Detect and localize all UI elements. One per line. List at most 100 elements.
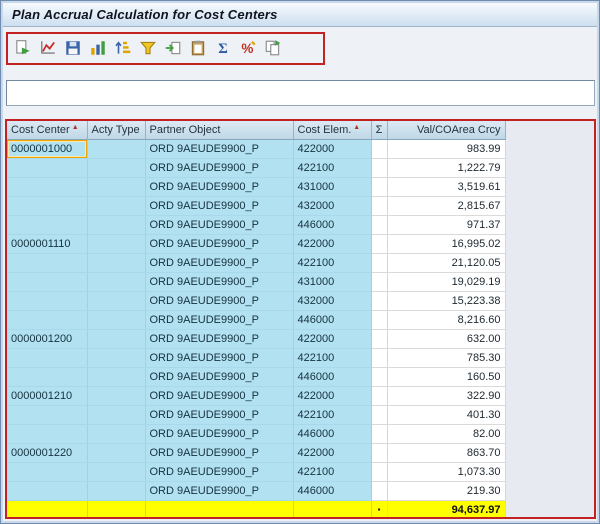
cost-center-cell[interactable]: 0000001200	[7, 329, 88, 349]
value-cell[interactable]: 160.50	[387, 367, 506, 387]
cost-center-cell[interactable]	[7, 272, 88, 292]
acty-type-cell[interactable]	[87, 234, 146, 254]
column-layout-icon[interactable]	[88, 38, 108, 58]
column-header-cost-elem[interactable]: Cost Elem. ▲	[293, 121, 372, 140]
value-cell[interactable]: 983.99	[387, 139, 506, 159]
acty-type-cell[interactable]	[87, 215, 146, 235]
cost-center-cell[interactable]	[7, 177, 88, 197]
cost-elem-cell[interactable]: 422100	[293, 405, 372, 425]
sum-indicator-cell[interactable]	[371, 196, 388, 216]
sum-indicator-cell[interactable]	[371, 462, 388, 482]
chart-icon[interactable]	[38, 38, 58, 58]
acty-type-cell[interactable]	[87, 348, 146, 368]
cost-center-cell[interactable]: 0000001110	[7, 234, 88, 254]
sum-indicator-cell[interactable]	[371, 424, 388, 444]
acty-type-cell[interactable]	[87, 177, 146, 197]
cost-elem-cell[interactable]: 422000	[293, 329, 372, 349]
acty-type-cell[interactable]	[87, 158, 146, 178]
save-icon[interactable]	[63, 38, 83, 58]
cost-center-cell[interactable]	[7, 424, 88, 444]
partner-object-cell[interactable]: ORD 9AEUDE9900_P	[145, 291, 294, 311]
cost-center-cell[interactable]	[7, 348, 88, 368]
column-header-cost-center[interactable]: Cost Center ▲	[7, 121, 88, 140]
sum-indicator-cell[interactable]	[371, 405, 388, 425]
value-cell[interactable]: 1,222.79	[387, 158, 506, 178]
partner-object-cell[interactable]: ORD 9AEUDE9900_P	[145, 424, 294, 444]
acty-type-cell[interactable]	[87, 367, 146, 387]
column-header-[interactable]: Σ	[371, 121, 388, 140]
sum-indicator-cell[interactable]	[371, 158, 388, 178]
cost-elem-cell[interactable]: 422000	[293, 139, 372, 159]
acty-type-cell[interactable]	[87, 291, 146, 311]
partner-object-cell[interactable]: ORD 9AEUDE9900_P	[145, 272, 294, 292]
cost-elem-cell[interactable]: 446000	[293, 481, 372, 501]
sum-indicator-cell[interactable]	[371, 177, 388, 197]
cost-center-cell[interactable]	[7, 481, 88, 501]
acty-type-cell[interactable]	[87, 462, 146, 482]
cost-elem-cell[interactable]: 431000	[293, 177, 372, 197]
partner-object-cell[interactable]: ORD 9AEUDE9900_P	[145, 367, 294, 387]
partner-object-cell[interactable]: ORD 9AEUDE9900_P	[145, 405, 294, 425]
choose-detail-icon[interactable]	[13, 38, 33, 58]
value-cell[interactable]: 863.70	[387, 443, 506, 463]
cost-center-cell[interactable]	[7, 462, 88, 482]
value-cell[interactable]: 21,120.05	[387, 253, 506, 273]
cost-elem-cell[interactable]: 446000	[293, 424, 372, 444]
sum-indicator-cell[interactable]	[371, 272, 388, 292]
acty-type-cell[interactable]	[87, 329, 146, 349]
acty-type-cell[interactable]	[87, 310, 146, 330]
partner-object-cell[interactable]: ORD 9AEUDE9900_P	[145, 329, 294, 349]
partner-object-cell[interactable]: ORD 9AEUDE9900_P	[145, 443, 294, 463]
acty-type-cell[interactable]	[87, 405, 146, 425]
cost-center-cell[interactable]: 0000001220	[7, 443, 88, 463]
partner-object-cell[interactable]: ORD 9AEUDE9900_P	[145, 481, 294, 501]
cost-center-cell[interactable]	[7, 196, 88, 216]
acty-type-cell[interactable]	[87, 481, 146, 501]
value-cell[interactable]: 82.00	[387, 424, 506, 444]
cost-elem-cell[interactable]: 446000	[293, 215, 372, 235]
sort-ascending-icon[interactable]	[113, 38, 133, 58]
cost-elem-cell[interactable]: 431000	[293, 272, 372, 292]
sum-indicator-cell[interactable]	[371, 253, 388, 273]
sum-indicator-cell[interactable]	[371, 215, 388, 235]
acty-type-cell[interactable]	[87, 196, 146, 216]
value-cell[interactable]: 2,815.67	[387, 196, 506, 216]
cost-elem-cell[interactable]: 432000	[293, 196, 372, 216]
cost-center-cell[interactable]	[7, 215, 88, 235]
cost-elem-cell[interactable]: 422000	[293, 386, 372, 406]
value-cell[interactable]: 219.30	[387, 481, 506, 501]
cost-center-cell[interactable]	[7, 158, 88, 178]
value-cell[interactable]: 15,223.38	[387, 291, 506, 311]
partner-object-cell[interactable]: ORD 9AEUDE9900_P	[145, 177, 294, 197]
cost-center-cell[interactable]	[7, 405, 88, 425]
cost-center-cell[interactable]	[7, 310, 88, 330]
acty-type-cell[interactable]	[87, 139, 146, 159]
partner-object-cell[interactable]: ORD 9AEUDE9900_P	[145, 348, 294, 368]
cost-elem-cell[interactable]: 432000	[293, 291, 372, 311]
acty-type-cell[interactable]	[87, 272, 146, 292]
selection-input[interactable]	[6, 80, 595, 106]
acty-type-cell[interactable]	[87, 443, 146, 463]
cost-center-cell[interactable]	[7, 291, 88, 311]
sum-indicator-cell[interactable]	[371, 348, 388, 368]
sum-indicator-cell[interactable]	[371, 329, 388, 349]
cost-elem-cell[interactable]: 422000	[293, 443, 372, 463]
export-icon[interactable]	[163, 38, 183, 58]
sum-indicator-cell[interactable]	[371, 367, 388, 387]
partner-object-cell[interactable]: ORD 9AEUDE9900_P	[145, 196, 294, 216]
sum-indicator-cell[interactable]	[371, 310, 388, 330]
acty-type-cell[interactable]	[87, 253, 146, 273]
value-cell[interactable]: 401.30	[387, 405, 506, 425]
value-cell[interactable]: 971.37	[387, 215, 506, 235]
cost-elem-cell[interactable]: 446000	[293, 367, 372, 387]
sum-icon[interactable]: Σ	[213, 38, 233, 58]
value-cell[interactable]: 632.00	[387, 329, 506, 349]
sum-indicator-cell[interactable]	[371, 139, 388, 159]
clipboard-icon[interactable]	[188, 38, 208, 58]
sum-indicator-cell[interactable]	[371, 443, 388, 463]
column-header-partner-object[interactable]: Partner Object	[145, 121, 294, 140]
cost-elem-cell[interactable]: 422100	[293, 348, 372, 368]
sum-indicator-cell[interactable]	[371, 291, 388, 311]
partner-object-cell[interactable]: ORD 9AEUDE9900_P	[145, 462, 294, 482]
partner-object-cell[interactable]: ORD 9AEUDE9900_P	[145, 253, 294, 273]
